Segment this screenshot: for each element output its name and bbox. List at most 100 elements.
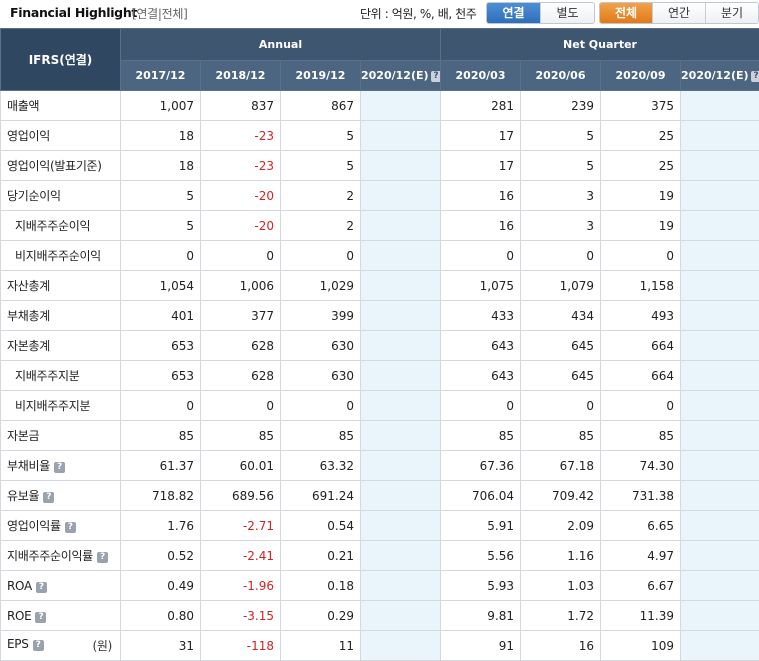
table-cell: 1,054	[121, 271, 201, 301]
row-label: 영업이익	[1, 121, 121, 151]
question-help-icon[interactable]: ?	[431, 71, 441, 82]
table-cell	[361, 301, 441, 331]
table-cell	[681, 301, 759, 331]
question-help-icon[interactable]: ?	[54, 462, 65, 473]
table-cell: 5	[121, 211, 201, 241]
table-cell: 434	[521, 301, 601, 331]
table-cell	[681, 241, 759, 271]
row-label-text: 자본금	[7, 429, 39, 443]
consolidation-button-0[interactable]: 연결	[487, 3, 541, 23]
table-cell	[681, 271, 759, 301]
table-row: 영업이익18-23517525	[1, 121, 759, 151]
row-label-text: 당기순이익	[7, 189, 61, 203]
question-help-icon[interactable]: ?	[35, 612, 46, 623]
table-cell	[361, 241, 441, 271]
period-button-1[interactable]: 연간	[653, 3, 706, 23]
column-label: 2019/12	[296, 69, 346, 82]
row-label: 매출액	[1, 91, 121, 121]
table-cell: 837	[201, 91, 281, 121]
question-help-icon[interactable]: ?	[43, 492, 54, 503]
table-cell: 2	[281, 181, 361, 211]
table-cell	[681, 541, 759, 571]
table-cell: 16	[441, 181, 521, 211]
row-label: 당기순이익	[1, 181, 121, 211]
table-cell	[361, 451, 441, 481]
table-row: 자산총계1,0541,0061,0291,0751,0791,158	[1, 271, 759, 301]
table-cell	[681, 361, 759, 391]
period-button-2[interactable]: 분기	[706, 3, 758, 23]
table-cell: 85	[281, 421, 361, 451]
row-label: 유보율?	[1, 481, 121, 511]
table-cell: 60.01	[201, 451, 281, 481]
table-cell: 5.91	[441, 511, 521, 541]
table-cell	[361, 151, 441, 181]
table-cell: -23	[201, 151, 281, 181]
table-cell: 91	[441, 631, 521, 661]
table-cell: -118	[201, 631, 281, 661]
table-cell: 67.18	[521, 451, 601, 481]
table-row: 당기순이익5-20216319	[1, 181, 759, 211]
column-label: 2020/09	[616, 69, 666, 82]
consolidation-button-1[interactable]: 별도	[541, 3, 594, 23]
table-cell: 433	[441, 301, 521, 331]
table-row: 자본총계653628630643645664	[1, 331, 759, 361]
table-cell: 1,006	[201, 271, 281, 301]
table-cell	[361, 511, 441, 541]
row-label-text: 자본총계	[7, 339, 50, 353]
question-help-icon[interactable]: ?	[751, 71, 759, 82]
row-label-text: 지배주주순이익률	[7, 549, 93, 563]
table-cell	[361, 271, 441, 301]
table-cell: 653	[121, 331, 201, 361]
table-cell: 11.39	[601, 601, 681, 631]
table-cell	[681, 601, 759, 631]
table-cell: 25	[601, 151, 681, 181]
table-cell: 643	[441, 331, 521, 361]
table-cell: 1.76	[121, 511, 201, 541]
financial-highlight-table: IFRS(연결) AnnualNet Quarter 2017/122018/1…	[0, 28, 759, 661]
column-label: 2020/12(E)	[681, 69, 749, 82]
question-help-icon[interactable]: ?	[36, 582, 47, 593]
table-cell: 0	[521, 391, 601, 421]
table-cell: 664	[601, 361, 681, 391]
period-button-0[interactable]: 전체	[600, 3, 653, 23]
row-label-text: 영업이익(발표기준)	[7, 159, 102, 173]
table-cell	[681, 421, 759, 451]
question-help-icon[interactable]: ?	[97, 552, 108, 563]
table-cell: 1,079	[521, 271, 601, 301]
group-header-0: Annual	[121, 29, 441, 61]
row-label-text: 영업이익	[7, 129, 50, 143]
table-cell	[361, 181, 441, 211]
column-header-1: 2018/12	[201, 61, 281, 91]
table-cell: 653	[121, 361, 201, 391]
table-cell: -23	[201, 121, 281, 151]
question-help-icon[interactable]: ?	[33, 640, 44, 651]
table-cell: 0.49	[121, 571, 201, 601]
table-cell: 19	[601, 211, 681, 241]
table-cell: -1.96	[201, 571, 281, 601]
table-cell: 1.72	[521, 601, 601, 631]
table-row: 영업이익률?1.76-2.710.545.912.096.65	[1, 511, 759, 541]
table-cell: 0.54	[281, 511, 361, 541]
table-cell	[681, 631, 759, 661]
table-cell: 1,029	[281, 271, 361, 301]
group-header-1: Net Quarter	[441, 29, 759, 61]
table-cell: 0.21	[281, 541, 361, 571]
table-cell: 0	[601, 391, 681, 421]
table-cell: 0.52	[121, 541, 201, 571]
table-cell: 628	[201, 331, 281, 361]
table-cell	[681, 451, 759, 481]
table-cell: 31	[121, 631, 201, 661]
table-cell	[361, 421, 441, 451]
column-label: 2018/12	[216, 69, 266, 82]
table-cell: 85	[441, 421, 521, 451]
table-cell: 0.18	[281, 571, 361, 601]
table-cell: 689.56	[201, 481, 281, 511]
table-cell	[681, 181, 759, 211]
table-cell: 0	[441, 241, 521, 271]
table-cell: 2.09	[521, 511, 601, 541]
column-header-0: 2017/12	[121, 61, 201, 91]
table-cell	[361, 601, 441, 631]
question-help-icon[interactable]: ?	[65, 522, 76, 533]
table-cell: 17	[441, 151, 521, 181]
page-subtitle: [연결|전체]	[132, 5, 187, 22]
